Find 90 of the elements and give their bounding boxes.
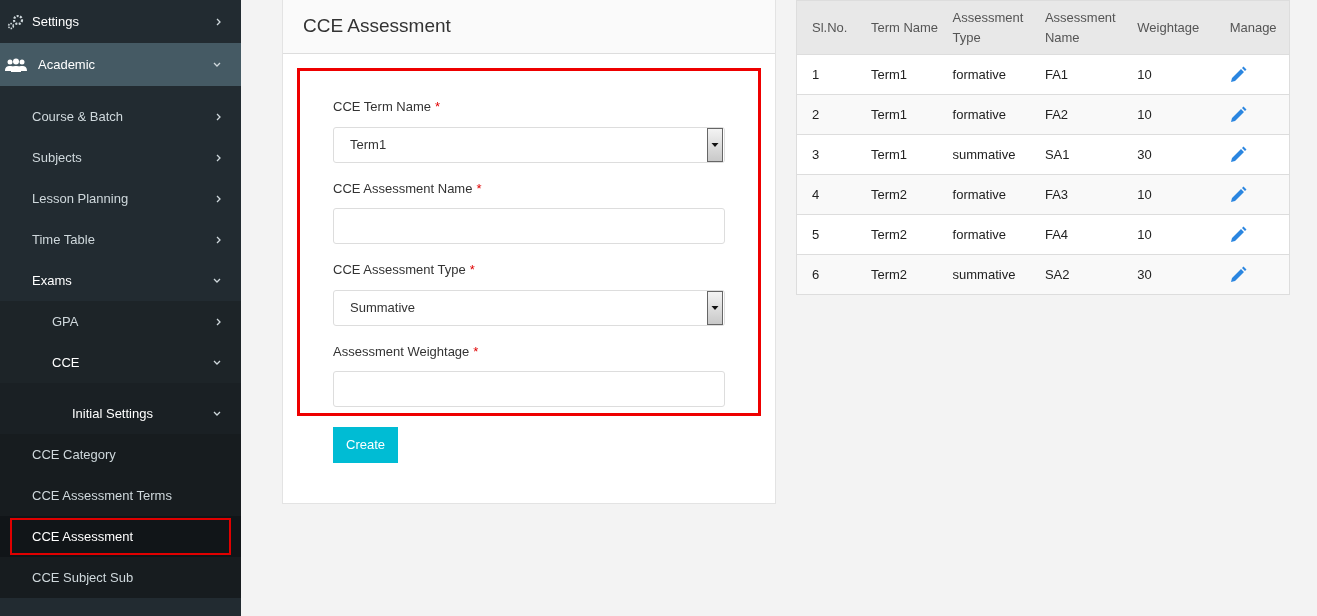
sidebar-item[interactable]: Subjects [0,137,241,178]
chevron-right-icon [216,235,221,244]
sidebar-item[interactable]: Lesson Planning [0,178,241,219]
sidebar-item[interactable]: Course & Batch [0,96,241,137]
table-cell: Term2 [867,174,950,215]
table-cell: 3 [796,134,868,175]
sidebar-item-label: Subjects [32,148,83,167]
sidebar-item-label: Time Table [32,230,96,249]
input-field[interactable] [333,208,725,244]
sidebar-item-label: Exams [32,271,73,290]
table-cell: 10 [1134,174,1227,215]
chevron-right-icon [216,317,221,326]
table-cell: FA2 [1041,94,1135,135]
table-cell: summative [949,134,1042,175]
table-cell: 10 [1134,54,1227,95]
table-cell: formative [949,174,1042,215]
sidebar-item[interactable]: Exams [0,260,241,301]
table-cell: 6 [796,254,868,295]
table-cell: 30 [1134,254,1227,295]
sidebar-item[interactable]: CCE Subject Sub [0,557,241,598]
users-icon [5,57,27,72]
sidebar-item-label: CCE [52,353,81,372]
table-cell: 30 [1134,134,1227,175]
table-cell: 1 [796,54,868,95]
sidebar-item-label: Course & Batch [32,107,125,126]
gears-icon [7,13,25,30]
sidebar-item[interactable]: CCE [0,342,241,383]
sidebar-item-label: Initial Settings [72,404,154,423]
chevron-right-icon [216,17,221,26]
chevron-down-icon [213,62,221,67]
table-cell: formative [949,54,1042,95]
table-cell: 4 [796,174,868,215]
table-cell: formative [949,214,1042,255]
field-label: CCE Term Name * [333,98,442,116]
table-cell: Term1 [867,134,950,175]
chevron-down-icon [213,278,221,283]
sidebar-item-label: CCE Assessment Terms [32,486,173,505]
select-field[interactable]: Term1 [333,126,725,163]
column-header: Assessment Name [1044,8,1117,47]
table-cell: Term2 [867,254,950,295]
sidebar-item-label: CCE Assessment [32,527,135,546]
select-field[interactable]: Summative [333,289,725,326]
field-label: CCE Assessment Type * [333,261,476,279]
edit-pencil-icon[interactable] [1229,66,1247,83]
sidebar-item[interactable]: Academic [0,43,241,86]
sidebar-item-label: Lesson Planning [32,189,130,208]
edit-pencil-icon[interactable] [1229,146,1247,163]
table-cell: Term1 [867,54,950,95]
column-header: Term Name [870,18,940,37]
sidebar-item-label: CCE Subject Sub [32,568,135,587]
table-cell: 10 [1134,94,1227,135]
column-header: Sl.No. [812,18,849,37]
sidebar-item-label: Settings [32,12,80,31]
sidebar-item-label: Academic [37,55,97,74]
sidebar-item[interactable]: CCE Category [0,434,241,475]
chevron-down-icon [213,411,221,416]
table-cell: summative [949,254,1042,295]
sidebar-item[interactable]: CCE Assessment Terms [0,475,241,516]
input-field[interactable] [333,371,725,407]
edit-pencil-icon[interactable] [1229,186,1247,203]
sidebar-item[interactable]: Time Table [0,219,241,260]
chevron-right-icon [216,153,221,162]
column-header: Weightage [1137,18,1201,37]
sidebar-item-label: GPA [52,312,80,331]
column-header: Assessment Type [952,8,1025,47]
table-cell: FA4 [1041,214,1135,255]
field-label: CCE Assessment Name * [333,179,483,198]
edit-pencil-icon[interactable] [1229,106,1247,123]
edit-pencil-icon[interactable] [1229,266,1247,283]
table-cell: 10 [1134,214,1227,255]
card-title: CCE Assessment [303,14,451,39]
field-label: Assessment Weightage * [333,342,480,361]
table-cell: 2 [796,94,868,135]
table-cell: FA1 [1041,54,1135,95]
chevron-right-icon [216,112,221,121]
sidebar-item[interactable]: Initial Settings [0,393,241,434]
edit-pencil-icon[interactable] [1229,226,1247,243]
table-cell: SA1 [1041,134,1135,175]
table-cell: Term1 [867,94,950,135]
sidebar-item[interactable]: GPA [0,301,241,342]
sidebar-item-label: CCE Category [32,445,117,464]
table-cell: SA2 [1041,254,1135,295]
table-cell: FA3 [1041,174,1135,215]
sidebar-item[interactable]: Settings [0,0,241,43]
table-cell: 5 [796,214,868,255]
table-cell: formative [949,94,1042,135]
column-header: Manage [1229,18,1278,37]
chevron-down-icon [213,360,221,365]
chevron-right-icon [216,194,221,203]
table-cell: Term2 [867,214,950,255]
